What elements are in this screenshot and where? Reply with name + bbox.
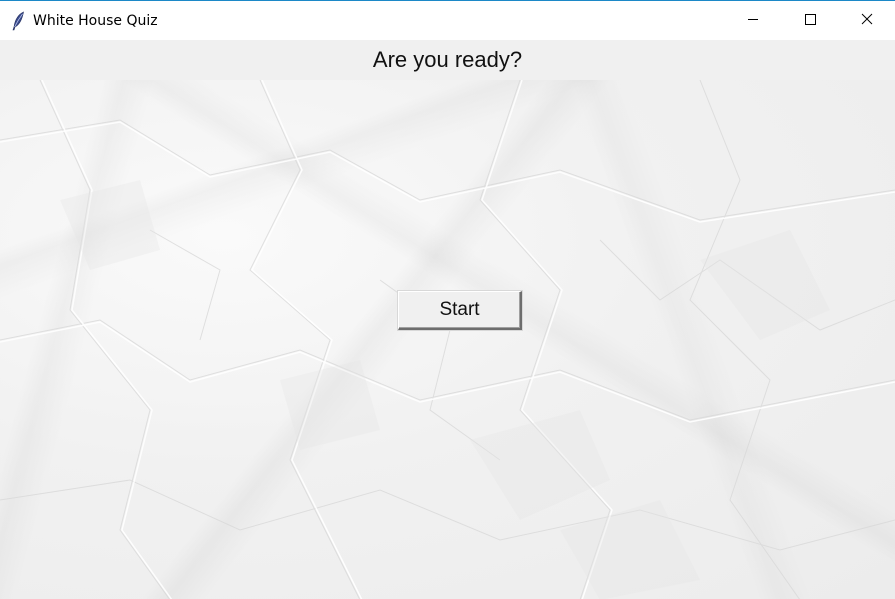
close-icon	[861, 12, 873, 30]
close-button[interactable]	[838, 1, 895, 40]
app-window: White House Quiz Are you ready? Start	[0, 0, 895, 599]
paper-creases	[0, 80, 895, 599]
title-bar[interactable]: White House Quiz	[0, 1, 895, 40]
minimize-button[interactable]	[724, 1, 781, 40]
paper-background	[0, 80, 895, 599]
window-controls	[724, 1, 895, 40]
maximize-icon	[804, 12, 816, 30]
maximize-button[interactable]	[781, 1, 838, 40]
window-title: White House Quiz	[33, 12, 158, 29]
start-button[interactable]: Start	[398, 291, 522, 330]
ready-heading: Are you ready?	[372, 47, 523, 72]
header-bar: Are you ready?	[0, 40, 895, 80]
feather-icon	[10, 10, 26, 31]
minimize-icon	[747, 12, 759, 30]
